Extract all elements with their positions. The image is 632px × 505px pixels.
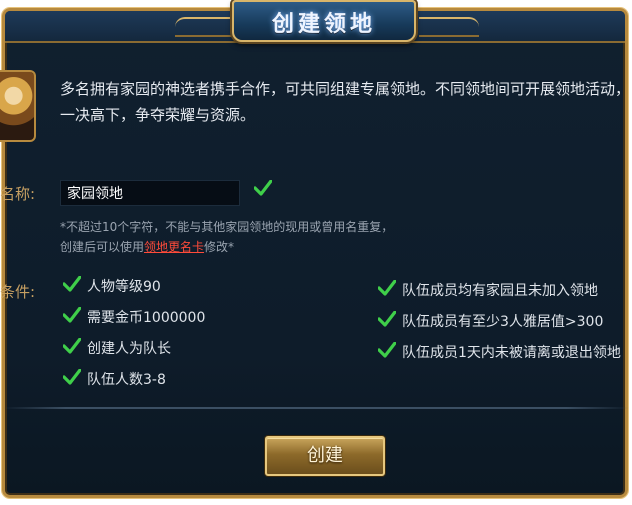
territory-name-input[interactable] — [60, 180, 240, 206]
footer-divider — [3, 407, 629, 409]
hint-prefix: 创建后可以使用 — [60, 240, 145, 254]
rename-card-link[interactable]: 领地更名卡 — [144, 240, 204, 254]
name-label: 名称: — [0, 185, 36, 203]
condition-item: 队伍人数3-8 — [87, 372, 166, 388]
conditions-label: 条件: — [0, 283, 36, 301]
condition-item: 创建人为队长 — [87, 341, 171, 357]
condition-item: 需要金币1000000 — [87, 310, 206, 326]
condition-check-icon — [63, 338, 81, 354]
condition-check-icon — [378, 311, 396, 327]
intro-text: 多名拥有家园的神选者携手合作，可共同组建专属领地。不同领地间可开展领地活动，一决… — [60, 80, 631, 124]
condition-check-icon — [378, 280, 396, 296]
condition-check-icon — [378, 342, 396, 358]
condition-item: 队伍成员1天内未被请离或退出领地 — [402, 345, 621, 361]
name-hint-line2: 创建后可以使用领地更名卡修改* — [60, 238, 234, 255]
condition-item: 队伍成员有至少3人雅居值>300 — [402, 314, 604, 330]
title-ornament-right — [419, 17, 479, 37]
create-button[interactable]: 创建 — [265, 436, 385, 476]
condition-check-icon — [63, 307, 81, 323]
dialog-title: 创建领地 — [271, 11, 376, 37]
dialog-title-plate: 创建领地 — [232, 0, 416, 42]
name-hint-line1: *不超过10个字符，不能与其他家园领地的现用或曾用名重复， — [60, 220, 394, 234]
condition-item: 队伍成员均有家园且未加入领地 — [402, 283, 598, 299]
condition-item: 人物等级90 — [87, 279, 161, 295]
hint-suffix: 修改* — [204, 240, 235, 254]
condition-check-icon — [63, 276, 81, 292]
npc-portrait — [0, 70, 36, 142]
name-valid-check-icon — [254, 180, 272, 196]
condition-check-icon — [63, 369, 81, 385]
title-ornament-left — [175, 17, 235, 37]
